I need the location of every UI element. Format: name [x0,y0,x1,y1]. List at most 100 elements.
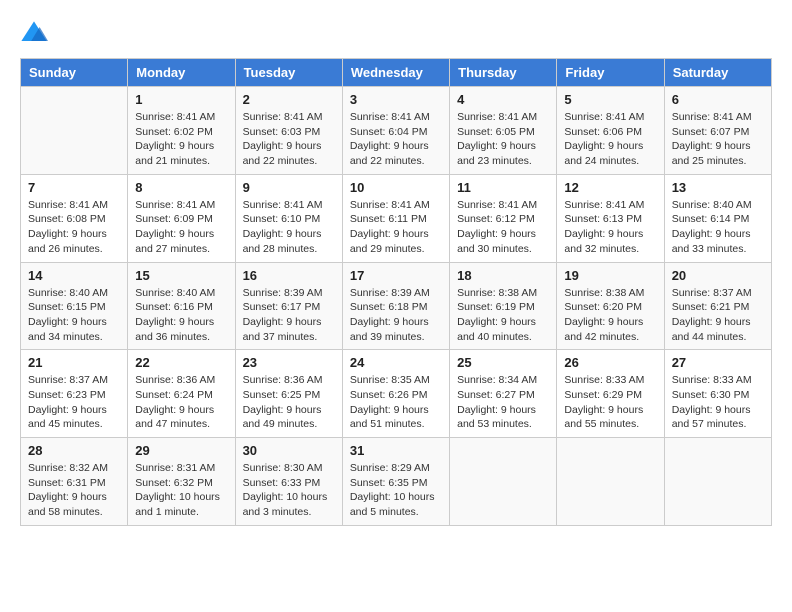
day-info: Sunrise: 8:41 AMSunset: 6:05 PMDaylight:… [457,110,549,169]
day-number: 31 [350,443,442,458]
day-info: Sunrise: 8:33 AMSunset: 6:30 PMDaylight:… [672,373,764,432]
page-header [20,20,772,48]
day-info: Sunrise: 8:40 AMSunset: 6:16 PMDaylight:… [135,286,227,345]
day-number: 18 [457,268,549,283]
day-number: 16 [243,268,335,283]
day-cell: 27 Sunrise: 8:33 AMSunset: 6:30 PMDaylig… [664,350,771,438]
calendar-header: SundayMondayTuesdayWednesdayThursdayFrid… [21,59,772,87]
day-cell: 16 Sunrise: 8:39 AMSunset: 6:17 PMDaylig… [235,262,342,350]
day-number: 22 [135,355,227,370]
day-info: Sunrise: 8:41 AMSunset: 6:10 PMDaylight:… [243,198,335,257]
day-info: Sunrise: 8:32 AMSunset: 6:31 PMDaylight:… [28,461,120,520]
day-cell: 1 Sunrise: 8:41 AMSunset: 6:02 PMDayligh… [128,87,235,175]
day-number: 26 [564,355,656,370]
day-cell [664,438,771,526]
day-info: Sunrise: 8:41 AMSunset: 6:07 PMDaylight:… [672,110,764,169]
day-number: 14 [28,268,120,283]
day-info: Sunrise: 8:37 AMSunset: 6:23 PMDaylight:… [28,373,120,432]
week-row-4: 21 Sunrise: 8:37 AMSunset: 6:23 PMDaylig… [21,350,772,438]
day-number: 30 [243,443,335,458]
day-info: Sunrise: 8:33 AMSunset: 6:29 PMDaylight:… [564,373,656,432]
day-info: Sunrise: 8:31 AMSunset: 6:32 PMDaylight:… [135,461,227,520]
day-cell: 21 Sunrise: 8:37 AMSunset: 6:23 PMDaylig… [21,350,128,438]
day-cell: 20 Sunrise: 8:37 AMSunset: 6:21 PMDaylig… [664,262,771,350]
logo [20,20,52,48]
day-cell: 23 Sunrise: 8:36 AMSunset: 6:25 PMDaylig… [235,350,342,438]
day-number: 7 [28,180,120,195]
day-info: Sunrise: 8:41 AMSunset: 6:08 PMDaylight:… [28,198,120,257]
day-number: 8 [135,180,227,195]
day-number: 28 [28,443,120,458]
calendar-body: 1 Sunrise: 8:41 AMSunset: 6:02 PMDayligh… [21,87,772,526]
day-number: 17 [350,268,442,283]
day-cell: 4 Sunrise: 8:41 AMSunset: 6:05 PMDayligh… [450,87,557,175]
header-row: SundayMondayTuesdayWednesdayThursdayFrid… [21,59,772,87]
day-cell: 17 Sunrise: 8:39 AMSunset: 6:18 PMDaylig… [342,262,449,350]
day-cell: 11 Sunrise: 8:41 AMSunset: 6:12 PMDaylig… [450,174,557,262]
day-cell: 18 Sunrise: 8:38 AMSunset: 6:19 PMDaylig… [450,262,557,350]
day-cell: 2 Sunrise: 8:41 AMSunset: 6:03 PMDayligh… [235,87,342,175]
day-number: 19 [564,268,656,283]
day-cell: 25 Sunrise: 8:34 AMSunset: 6:27 PMDaylig… [450,350,557,438]
day-info: Sunrise: 8:36 AMSunset: 6:24 PMDaylight:… [135,373,227,432]
day-number: 23 [243,355,335,370]
day-cell: 31 Sunrise: 8:29 AMSunset: 6:35 PMDaylig… [342,438,449,526]
day-cell: 15 Sunrise: 8:40 AMSunset: 6:16 PMDaylig… [128,262,235,350]
day-info: Sunrise: 8:29 AMSunset: 6:35 PMDaylight:… [350,461,442,520]
header-cell-wednesday: Wednesday [342,59,449,87]
day-cell [21,87,128,175]
day-info: Sunrise: 8:39 AMSunset: 6:18 PMDaylight:… [350,286,442,345]
day-info: Sunrise: 8:35 AMSunset: 6:26 PMDaylight:… [350,373,442,432]
day-number: 20 [672,268,764,283]
day-cell: 6 Sunrise: 8:41 AMSunset: 6:07 PMDayligh… [664,87,771,175]
day-info: Sunrise: 8:41 AMSunset: 6:06 PMDaylight:… [564,110,656,169]
day-info: Sunrise: 8:40 AMSunset: 6:14 PMDaylight:… [672,198,764,257]
day-info: Sunrise: 8:41 AMSunset: 6:09 PMDaylight:… [135,198,227,257]
day-cell: 24 Sunrise: 8:35 AMSunset: 6:26 PMDaylig… [342,350,449,438]
day-number: 21 [28,355,120,370]
day-info: Sunrise: 8:34 AMSunset: 6:27 PMDaylight:… [457,373,549,432]
header-cell-monday: Monday [128,59,235,87]
day-info: Sunrise: 8:40 AMSunset: 6:15 PMDaylight:… [28,286,120,345]
day-cell [557,438,664,526]
week-row-1: 1 Sunrise: 8:41 AMSunset: 6:02 PMDayligh… [21,87,772,175]
day-cell: 26 Sunrise: 8:33 AMSunset: 6:29 PMDaylig… [557,350,664,438]
day-info: Sunrise: 8:30 AMSunset: 6:33 PMDaylight:… [243,461,335,520]
day-number: 5 [564,92,656,107]
day-info: Sunrise: 8:39 AMSunset: 6:17 PMDaylight:… [243,286,335,345]
calendar-table: SundayMondayTuesdayWednesdayThursdayFrid… [20,58,772,526]
day-number: 29 [135,443,227,458]
day-number: 27 [672,355,764,370]
week-row-2: 7 Sunrise: 8:41 AMSunset: 6:08 PMDayligh… [21,174,772,262]
day-info: Sunrise: 8:38 AMSunset: 6:19 PMDaylight:… [457,286,549,345]
day-number: 25 [457,355,549,370]
header-cell-thursday: Thursday [450,59,557,87]
day-cell: 7 Sunrise: 8:41 AMSunset: 6:08 PMDayligh… [21,174,128,262]
day-info: Sunrise: 8:41 AMSunset: 6:04 PMDaylight:… [350,110,442,169]
day-number: 4 [457,92,549,107]
day-number: 10 [350,180,442,195]
day-cell: 10 Sunrise: 8:41 AMSunset: 6:11 PMDaylig… [342,174,449,262]
day-number: 1 [135,92,227,107]
day-cell: 28 Sunrise: 8:32 AMSunset: 6:31 PMDaylig… [21,438,128,526]
day-number: 15 [135,268,227,283]
day-cell: 3 Sunrise: 8:41 AMSunset: 6:04 PMDayligh… [342,87,449,175]
day-cell: 5 Sunrise: 8:41 AMSunset: 6:06 PMDayligh… [557,87,664,175]
day-cell: 29 Sunrise: 8:31 AMSunset: 6:32 PMDaylig… [128,438,235,526]
header-cell-friday: Friday [557,59,664,87]
day-info: Sunrise: 8:36 AMSunset: 6:25 PMDaylight:… [243,373,335,432]
day-number: 9 [243,180,335,195]
header-cell-sunday: Sunday [21,59,128,87]
day-cell: 9 Sunrise: 8:41 AMSunset: 6:10 PMDayligh… [235,174,342,262]
day-number: 11 [457,180,549,195]
header-cell-tuesday: Tuesday [235,59,342,87]
day-info: Sunrise: 8:41 AMSunset: 6:02 PMDaylight:… [135,110,227,169]
day-cell: 19 Sunrise: 8:38 AMSunset: 6:20 PMDaylig… [557,262,664,350]
logo-icon [20,20,48,48]
day-number: 2 [243,92,335,107]
day-info: Sunrise: 8:41 AMSunset: 6:03 PMDaylight:… [243,110,335,169]
day-cell: 8 Sunrise: 8:41 AMSunset: 6:09 PMDayligh… [128,174,235,262]
day-cell [450,438,557,526]
header-cell-saturday: Saturday [664,59,771,87]
day-cell: 13 Sunrise: 8:40 AMSunset: 6:14 PMDaylig… [664,174,771,262]
